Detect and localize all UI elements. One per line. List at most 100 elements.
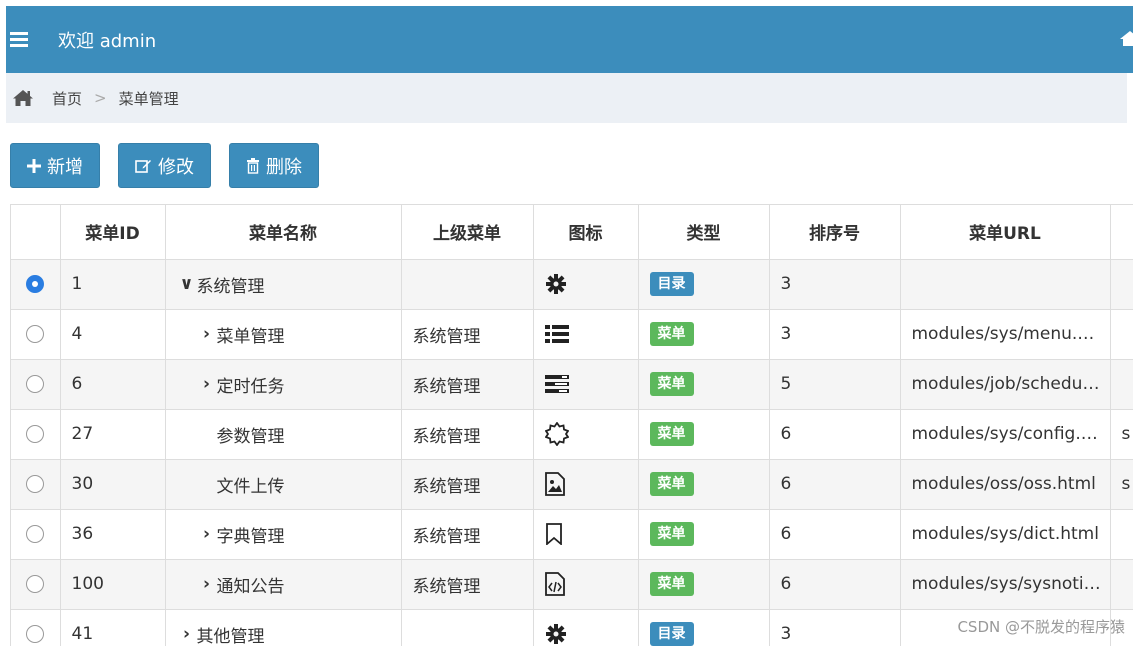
menu-name: 其他管理	[196, 626, 265, 646]
chevron-right-icon[interactable]: ›	[197, 524, 217, 544]
column-header-order[interactable]: 排序号	[769, 205, 901, 260]
home-icon[interactable]	[1119, 30, 1133, 46]
cell-id: 30	[60, 459, 166, 510]
type-badge: 目录	[649, 622, 694, 646]
cell-order: 6	[769, 559, 901, 610]
cell-parent: 系统管理	[401, 459, 534, 510]
type-badge: 目录	[649, 272, 694, 296]
row-radio[interactable]	[26, 525, 45, 543]
list-icon	[544, 324, 569, 344]
cell-order: 3	[769, 309, 901, 360]
hamburger-icon[interactable]	[10, 32, 28, 47]
cell-name: 文件上传	[165, 459, 402, 510]
row-radio[interactable]	[26, 375, 45, 393]
cell-order: 6	[769, 509, 901, 560]
edit-button[interactable]: 修改	[118, 143, 211, 188]
breadcrumb-home[interactable]: 首页	[52, 88, 82, 109]
chevron-down-icon[interactable]: ∨	[177, 274, 197, 294]
breadcrumb: 首页 > 菜单管理	[6, 73, 1127, 123]
cell-url: modules/sys/menu.…	[900, 309, 1111, 360]
file-image-icon	[544, 472, 565, 496]
type-badge: 菜单	[649, 372, 694, 396]
column-header-id[interactable]: 菜单ID	[60, 205, 166, 260]
menu-name: 参数管理	[216, 426, 285, 447]
cell-id: 1	[60, 259, 166, 310]
row-radio[interactable]	[26, 275, 45, 293]
cell-parent: 系统管理	[401, 409, 534, 460]
menu-name: 定时任务	[216, 376, 285, 397]
cell-id: 27	[60, 409, 166, 460]
edit-icon	[135, 158, 152, 174]
cell-name: › 定时任务	[165, 359, 402, 410]
cell-name: ∨ 系统管理	[165, 259, 402, 310]
column-header-icon[interactable]: 图标	[533, 205, 639, 260]
cell-name: › 其他管理	[165, 609, 402, 646]
cell-url	[900, 259, 1111, 310]
cell-parent	[401, 259, 534, 310]
table-row[interactable]: 100 › 通知公告 系统管理 菜单 6 modules/sys/sysnoti…	[11, 559, 1133, 610]
row-select-cell	[11, 359, 61, 410]
tasks-icon	[544, 374, 569, 394]
home-icon[interactable]	[12, 89, 34, 107]
row-select-cell	[11, 409, 61, 460]
type-badge: 菜单	[649, 472, 694, 496]
cell-parent: 系统管理	[401, 309, 534, 360]
cell-name: › 字典管理	[165, 509, 402, 560]
toolbar: 新增 修改 删除	[10, 143, 319, 188]
cell-icon	[533, 459, 639, 510]
cell-order: 3	[769, 609, 901, 646]
row-select-cell	[11, 459, 61, 510]
delete-button[interactable]: 删除	[229, 143, 319, 188]
cell-url: modules/sys/sysnoti…	[900, 559, 1111, 610]
cell-name: › 菜单管理	[165, 309, 402, 360]
row-select-cell	[11, 609, 61, 646]
cell-type: 菜单	[638, 359, 770, 410]
column-header-url[interactable]: 菜单URL	[900, 205, 1111, 260]
table-row[interactable]: 30 文件上传 系统管理 菜单 6 modules/oss/oss.html s	[11, 459, 1133, 510]
cell-type: 菜单	[638, 409, 770, 460]
row-radio[interactable]	[26, 575, 45, 593]
cell-icon	[533, 409, 639, 460]
row-radio[interactable]	[26, 475, 45, 493]
row-radio[interactable]	[26, 625, 45, 643]
welcome-title: 欢迎 admin	[58, 30, 157, 52]
menu-table: 菜单ID 菜单名称 上级菜单 图标 类型 排序号 菜单URL 1 ∨ 系统管理 目录 3…	[10, 204, 1133, 646]
cell-id: 100	[60, 559, 166, 610]
chevron-right-icon[interactable]: ›	[197, 574, 217, 594]
cell-type: 目录	[638, 259, 770, 310]
cell-extra	[1110, 359, 1133, 410]
column-header-name[interactable]: 菜单名称	[165, 205, 402, 260]
table-row[interactable]: 6 › 定时任务 系统管理 菜单 5 modules/job/schedu…	[11, 359, 1133, 410]
cell-type: 菜单	[638, 559, 770, 610]
add-button[interactable]: 新增	[10, 143, 100, 188]
row-radio[interactable]	[26, 425, 45, 443]
menu-name: 通知公告	[216, 576, 285, 597]
table-header-row: 菜单ID 菜单名称 上级菜单 图标 类型 排序号 菜单URL	[11, 205, 1133, 260]
row-select-cell	[11, 259, 61, 310]
cell-name: › 通知公告	[165, 559, 402, 610]
cell-parent: 系统管理	[401, 509, 534, 560]
file-code-icon	[544, 572, 565, 596]
add-button-label: 新增	[47, 156, 83, 178]
type-badge: 菜单	[649, 422, 694, 446]
cell-id: 6	[60, 359, 166, 410]
cell-extra	[1110, 309, 1133, 360]
table-row[interactable]: 4 › 菜单管理 系统管理 菜单 3 modules/sys/menu.…	[11, 309, 1133, 360]
chevron-right-icon[interactable]: ›	[177, 624, 197, 644]
column-header-type[interactable]: 类型	[638, 205, 770, 260]
cell-extra	[1110, 259, 1133, 310]
menu-name: 菜单管理	[216, 326, 285, 347]
column-header-parent[interactable]: 上级菜单	[401, 205, 534, 260]
table-row[interactable]: 36 › 字典管理 系统管理 菜单 6 modules/sys/dict.html	[11, 509, 1133, 560]
chevron-right-icon[interactable]: ›	[197, 324, 217, 344]
row-select-cell	[11, 309, 61, 360]
chevron-right-icon[interactable]: ›	[197, 374, 217, 394]
cell-url: modules/sys/dict.html	[900, 509, 1111, 560]
row-radio[interactable]	[26, 325, 45, 343]
bookmark-icon	[545, 523, 563, 546]
plus-icon	[27, 158, 41, 173]
table-row[interactable]: 1 ∨ 系统管理 目录 3	[11, 259, 1133, 310]
edit-button-label: 修改	[158, 156, 194, 178]
table-row[interactable]: 27 参数管理 系统管理 菜单 6 modules/sys/config.… s	[11, 409, 1133, 460]
breadcrumb-separator: >	[94, 89, 107, 107]
